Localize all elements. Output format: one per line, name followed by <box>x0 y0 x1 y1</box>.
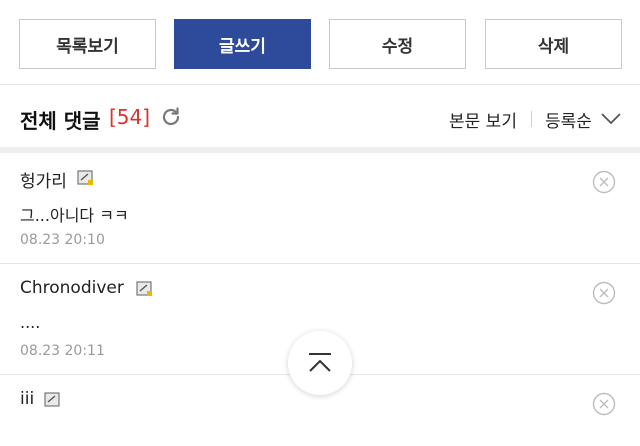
list-view-button[interactable]: 목록보기 <box>19 19 156 69</box>
sort-dropdown[interactable]: 등록순 <box>545 107 592 132</box>
comment-date: 08.23 20:10 <box>20 232 105 248</box>
memo-icon <box>77 170 93 185</box>
memo-icon <box>44 392 60 407</box>
header-separator <box>531 111 532 127</box>
comments-count: [54] <box>109 105 151 129</box>
delete-post-button[interactable]: 삭제 <box>485 19 622 69</box>
close-circle-icon[interactable] <box>592 392 616 416</box>
comment-text: .... <box>20 313 41 332</box>
comments-title: 전체 댓글 <box>20 109 101 133</box>
close-circle-icon[interactable] <box>592 170 616 194</box>
scroll-top-button[interactable] <box>288 331 352 395</box>
chevron-down-icon[interactable] <box>601 113 621 125</box>
comment-date: 08.23 20:11 <box>20 343 105 359</box>
close-circle-icon[interactable] <box>592 281 616 305</box>
view-body-link[interactable]: 본문 보기 <box>449 107 517 132</box>
write-button[interactable]: 글쓰기 <box>174 19 311 69</box>
board-toolbar: 목록보기 글쓰기 수정 삭제 <box>0 0 640 84</box>
comment-author[interactable]: Chronodiver <box>20 278 124 298</box>
chevron-up-icon <box>309 353 331 372</box>
edit-button[interactable]: 수정 <box>329 19 466 69</box>
comment-text: 그...아니다 ㅋㅋ <box>20 206 129 225</box>
comment-author[interactable]: 헝가리 <box>20 167 67 192</box>
comment-author[interactable]: iii <box>20 389 34 409</box>
refresh-icon[interactable] <box>159 105 183 129</box>
comment-item: 헝가리 그...아니다 ㅋㅋ 08.23 20:10 <box>0 153 640 264</box>
comments-header: 전체 댓글 [54] 본문 보기 등록순 <box>0 85 640 147</box>
memo-icon <box>136 281 152 296</box>
